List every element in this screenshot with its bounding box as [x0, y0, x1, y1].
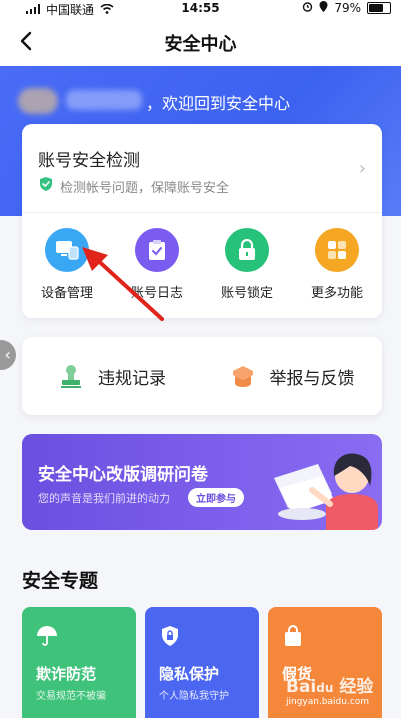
- shield-check-icon: [38, 176, 54, 196]
- quick-action-label: 账号锁定: [220, 286, 273, 301]
- battery-percent: 79%: [334, 1, 361, 15]
- divider: [22, 212, 382, 213]
- chevron-right-icon[interactable]: ›: [359, 158, 366, 179]
- page-title: 安全中心: [164, 34, 237, 55]
- welcome-text: ，欢迎回到安全中心: [146, 94, 291, 113]
- security-check-subtitle-text: 检测帐号问题，保障账号安全: [60, 180, 230, 196]
- quick-action-more[interactable]: 更多功能: [292, 228, 382, 301]
- topic-card-privacy-protection[interactable]: 隐私保护 个人隐私我守护: [145, 607, 259, 718]
- status-bar: 中国联通 14:55 79%: [0, 0, 401, 18]
- lock-icon: [225, 228, 269, 272]
- security-check-title[interactable]: 账号安全检测: [38, 146, 140, 171]
- records-card: 违规记录 举报与反馈: [22, 337, 382, 415]
- alarm-icon: [302, 1, 313, 15]
- username-blurred: [66, 90, 142, 110]
- banner-title: 安全中心改版调研问卷: [38, 465, 208, 485]
- stamp-icon: [61, 365, 81, 388]
- join-now-button[interactable]: 立即参与: [188, 488, 244, 507]
- battery-fill: [369, 4, 384, 12]
- topic-desc: 交易规范不被骗: [36, 691, 106, 702]
- quick-actions: 设备管理 账号日志 账号锁定 更多功能: [22, 228, 382, 301]
- section-title: 安全专题: [22, 570, 99, 592]
- grid-icon: [315, 228, 359, 272]
- violation-records-label: 违规记录: [98, 368, 166, 389]
- side-collapse-handle[interactable]: ‹: [0, 340, 16, 370]
- avatar: [18, 88, 58, 114]
- bag-icon: [285, 625, 301, 646]
- quick-action-account-lock[interactable]: 账号锁定: [202, 228, 292, 301]
- battery-icon: [367, 2, 391, 14]
- report-feedback-button[interactable]: 举报与反馈: [202, 337, 382, 415]
- topic-card-fraud-prevention[interactable]: 欺诈防范 交易规范不被骗: [22, 607, 136, 718]
- location-icon: [319, 1, 328, 15]
- topic-desc: 个人隐私我守护: [159, 691, 229, 702]
- annotation-arrow-icon: [82, 247, 164, 321]
- privacy-lock-icon: [162, 626, 178, 646]
- security-check-card: 账号安全检测 检测帐号问题，保障账号安全 › 设备管理 账号日志 账号锁定 更多…: [22, 124, 382, 318]
- topic-title: 欺诈防范: [36, 665, 97, 683]
- violation-records-button[interactable]: 违规记录: [22, 337, 202, 415]
- status-right: 79%: [302, 1, 391, 15]
- security-check-subtitle: 检测帐号问题，保障账号安全: [38, 176, 229, 196]
- banner-subtitle: 您的声音是我们前进的动力: [38, 492, 170, 505]
- survey-illustration-icon: [274, 453, 378, 530]
- survey-banner[interactable]: 安全中心改版调研问卷 您的声音是我们前进的动力 立即参与: [22, 434, 382, 530]
- topic-title: 隐私保护: [159, 665, 220, 683]
- navigation-bar: 安全中心: [0, 18, 401, 66]
- watermark: Baidu 经验 jingyan.baidu.com: [286, 677, 374, 707]
- quick-action-label: 更多功能: [310, 286, 363, 301]
- umbrella-icon: [37, 626, 57, 646]
- report-icon: [232, 366, 253, 387]
- report-feedback-label: 举报与反馈: [269, 368, 355, 389]
